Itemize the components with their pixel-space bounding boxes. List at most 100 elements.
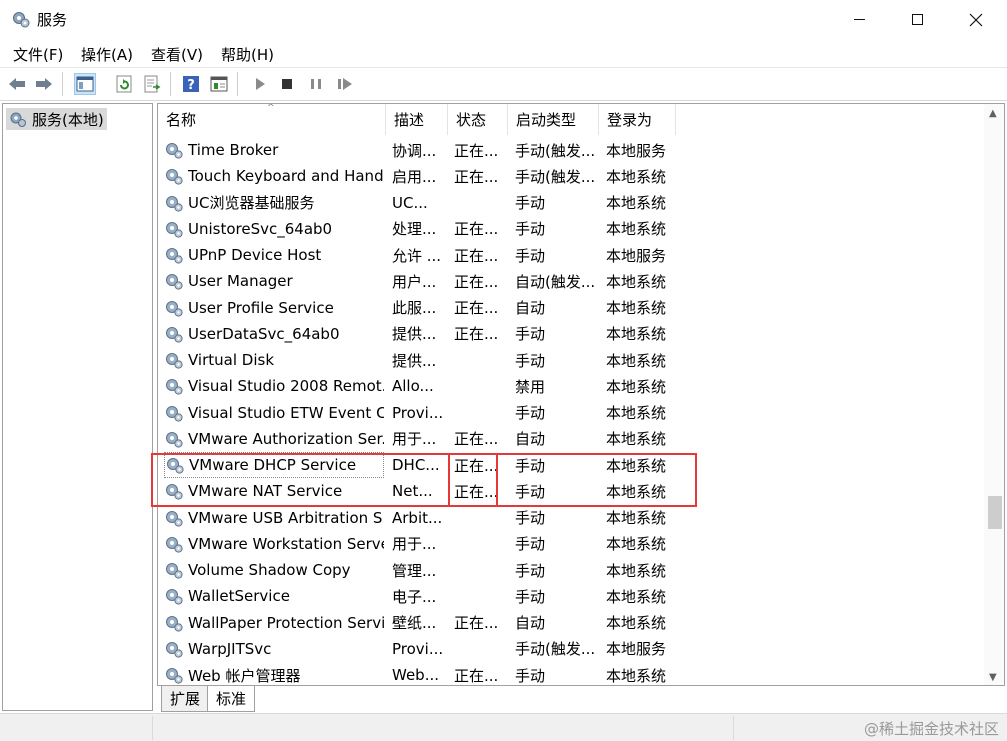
service-name-cell: User Profile Service — [164, 295, 384, 321]
close-icon — [969, 13, 983, 26]
forward-arrow-icon — [36, 78, 52, 90]
table-row[interactable]: VMware NAT Service Net... 正在... 手动 本地系统 — [158, 478, 988, 504]
service-description: DHC... — [392, 456, 440, 474]
service-status: 正在... — [454, 456, 499, 475]
menu-help[interactable]: 帮助(H) — [221, 44, 274, 65]
scroll-down-icon[interactable]: ▼ — [989, 672, 997, 683]
table-row[interactable]: User Profile Service 此服... 正在... 自动 本地系统 — [158, 295, 988, 321]
service-log-on-as: 本地系统 — [606, 377, 667, 396]
service-gear-icon — [166, 195, 183, 212]
watermark: @稀土掘金技术社区 — [863, 720, 999, 738]
table-row[interactable]: UC浏览器基础服务 UC... 手动 本地系统 — [158, 190, 988, 216]
service-name: Volume Shadow Copy — [188, 561, 351, 579]
service-log-on-as: 本地系统 — [606, 351, 667, 370]
table-row[interactable]: UPnP Device Host 允许 ... 正在... 手动 本地服务 — [158, 242, 988, 268]
menu-file[interactable]: 文件(F) — [13, 44, 63, 65]
close-button[interactable] — [947, 0, 1005, 39]
tree-item-services-local[interactable]: 服务(本地) — [6, 108, 107, 130]
scroll-up-icon[interactable]: ▲ — [989, 108, 997, 119]
service-name-cell: WalletService — [164, 583, 384, 609]
table-row[interactable]: VMware USB Arbitration S... Arbit... 手动 本地系… — [158, 505, 988, 531]
pause-service-button[interactable] — [305, 73, 327, 95]
refresh-button[interactable] — [113, 73, 135, 95]
service-log-on-as: 本地系统 — [606, 587, 667, 606]
service-gear-icon — [166, 379, 183, 395]
tab-standard[interactable]: 标准 — [207, 686, 256, 712]
table-row[interactable]: Time Broker 协调... 正在... 手动(触发... 本地服务 — [158, 137, 988, 163]
table-row[interactable]: Touch Keyboard and Hand... 启用... 正在... 手动(触… — [158, 163, 988, 189]
column-header-name[interactable]: 名称 ^ — [158, 104, 386, 135]
service-status — [454, 557, 502, 583]
table-row[interactable]: Visual Studio ETW Event C... Provi... 手动 本地… — [158, 400, 988, 426]
table-row[interactable]: UserDataSvc_64ab0 提供... 正在... 手动 本地系统 — [158, 321, 988, 347]
table-row[interactable]: Virtual Disk 提供... 手动 本地系统 — [158, 347, 988, 373]
column-header-label: 描述 — [394, 111, 425, 129]
restart-service-button[interactable] — [334, 73, 356, 95]
forward-button[interactable] — [33, 73, 55, 95]
service-gear-icon — [166, 615, 183, 632]
service-name: UPnP Device Host — [188, 246, 322, 264]
service-name-cell: VMware DHCP Service — [164, 452, 384, 478]
service-name: VMware Authorization Ser... — [188, 429, 384, 448]
service-gear-icon — [166, 405, 183, 422]
column-header-log-on-as[interactable]: 登录为 — [599, 104, 676, 135]
service-log-on-as: 本地服务 — [606, 640, 667, 659]
service-startup-type: 手动(触发... — [515, 167, 596, 186]
table-row[interactable]: Visual Studio 2008 Remot... Allo... 禁用 本地系统 — [158, 373, 988, 399]
service-status — [454, 400, 502, 426]
service-status — [454, 505, 502, 531]
back-button[interactable] — [6, 73, 28, 95]
column-header-description[interactable]: 描述 — [386, 104, 448, 135]
service-name: Virtual Disk — [188, 351, 275, 369]
table-row[interactable]: Volume Shadow Copy 管理... 手动 本地系统 — [158, 557, 988, 583]
service-log-on-as: 本地系统 — [606, 509, 667, 527]
service-log-on-as: 本地系统 — [606, 299, 667, 317]
toolbar-separator — [237, 72, 238, 96]
show-hide-tree-button[interactable] — [74, 73, 96, 95]
service-startup-type: 禁用 — [515, 377, 546, 396]
table-row[interactable]: VMware Workstation Server 用于... 手动 本地系统 — [158, 531, 988, 557]
service-name-cell: VMware USB Arbitration S... — [164, 505, 384, 531]
table-row[interactable]: WallPaper Protection Servi... 壁纸... 正在... 自… — [158, 610, 988, 636]
column-header-label: 名称 — [166, 111, 197, 129]
service-gear-icon — [167, 458, 184, 474]
service-startup-type: 自动 — [515, 430, 546, 449]
menu-view[interactable]: 查看(V) — [151, 44, 203, 65]
minimize-button[interactable] — [830, 0, 888, 39]
service-name: VMware Workstation Server — [188, 534, 384, 553]
service-name-cell: Virtual Disk — [164, 347, 384, 373]
column-header-startup-type[interactable]: 启动类型 — [508, 104, 599, 135]
table-row[interactable]: VMware Authorization Ser... 用于... 正在... 自动 本… — [158, 426, 988, 452]
table-row[interactable]: WarpJITSvc Provi... 手动(触发... 本地服务 — [158, 636, 988, 662]
help-button[interactable]: ? — [180, 73, 202, 95]
stop-service-button[interactable] — [276, 73, 298, 95]
service-log-on-as: 本地系统 — [606, 430, 667, 449]
service-status: 正在... — [454, 299, 499, 317]
menu-action[interactable]: 操作(A) — [81, 44, 133, 65]
service-description: 提供... — [392, 325, 437, 344]
column-header-status[interactable]: 状态 — [448, 104, 508, 135]
tab-extended[interactable]: 扩展 — [161, 686, 210, 712]
service-startup-type: 手动(触发... — [515, 640, 596, 659]
scrollbar-thumb[interactable] — [988, 496, 1002, 529]
service-status — [454, 531, 502, 557]
table-row[interactable]: Web 帐户管理器 Web... 正在... 手动 本地系统 — [158, 662, 988, 685]
table-row[interactable]: VMware DHCP Service DHC... 正在... 手动 本地系统 — [158, 452, 988, 478]
service-log-on-as: 本地系统 — [606, 220, 667, 239]
table-row[interactable]: UnistoreSvc_64ab0 处理... 正在... 手动 本地系统 — [158, 216, 988, 242]
table-row[interactable]: User Manager 用户... 正在... 自动(触发... 本地系统 — [158, 268, 988, 294]
service-name-cell: VMware Authorization Ser... — [164, 426, 384, 452]
start-service-button[interactable] — [249, 73, 271, 95]
refresh-icon — [116, 75, 132, 93]
service-name-cell: User Manager — [164, 268, 384, 294]
service-gear-icon — [166, 143, 183, 159]
service-description: 启用... — [392, 167, 437, 186]
export-list-button[interactable] — [141, 73, 163, 95]
service-gear-icon — [166, 169, 183, 185]
tab-label: 标准 — [216, 690, 247, 708]
table-row[interactable]: WalletService 电子... 手动 本地系统 — [158, 583, 988, 609]
properties-button[interactable] — [208, 73, 230, 95]
vertical-scrollbar[interactable]: ▲ ▼ — [984, 104, 1004, 685]
maximize-button[interactable] — [888, 0, 946, 39]
show-hide-tree-icon — [76, 76, 94, 92]
